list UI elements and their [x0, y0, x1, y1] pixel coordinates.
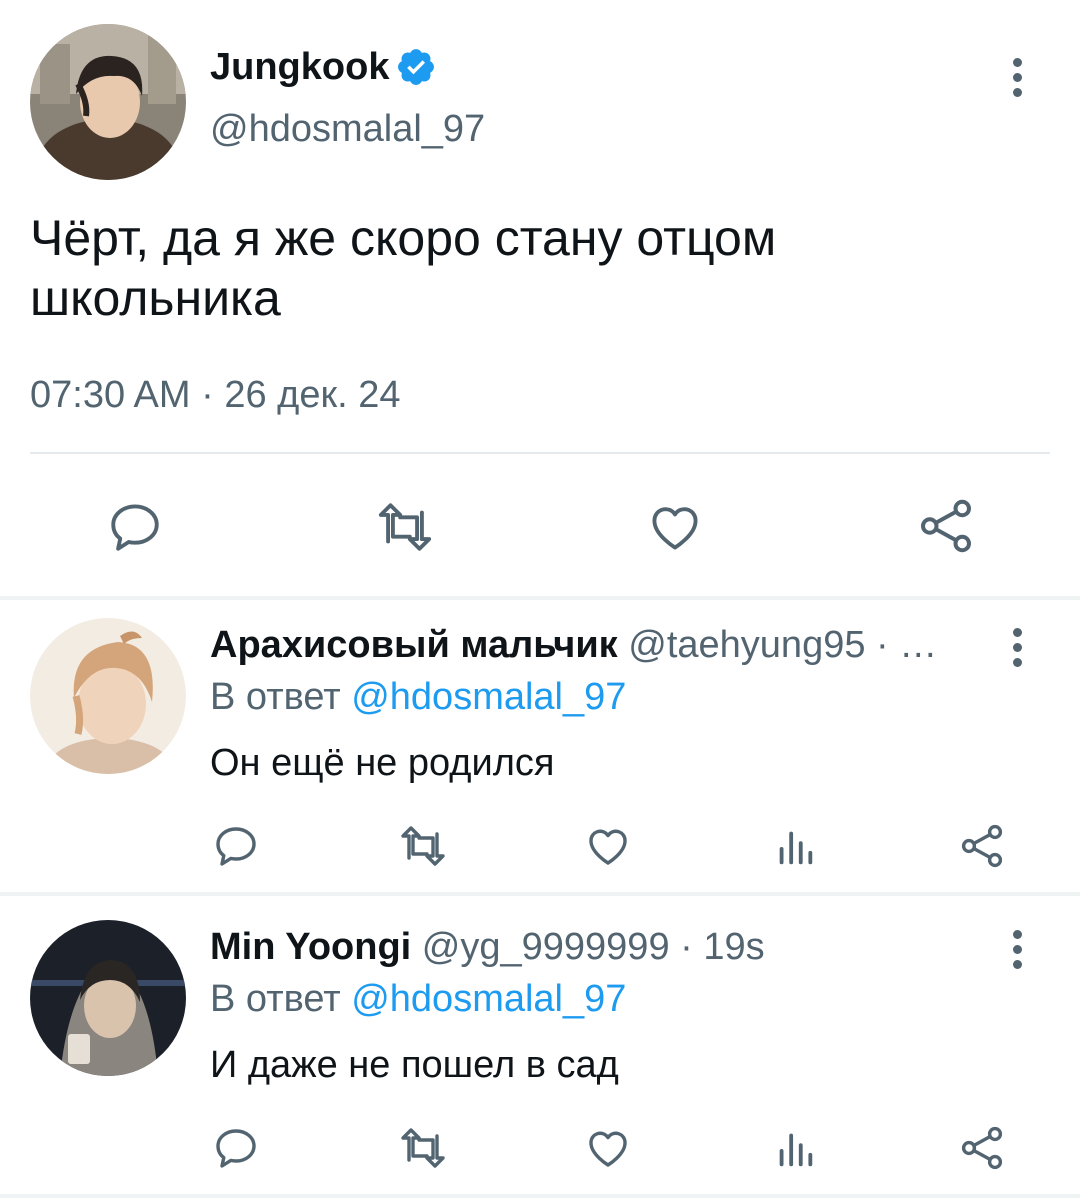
reply-author-name[interactable]: Арахисовый мальчик [210, 624, 618, 666]
main-tweet-text: Чёрт, да я же скоро стану отцом школьник… [30, 208, 776, 328]
views-icon[interactable] [772, 824, 818, 870]
main-tweet-text-line1: Чёрт, да я же скоро стану отцом [30, 210, 777, 266]
reply-prefix: В ответ [210, 676, 341, 718]
views-icon[interactable] [772, 1126, 818, 1172]
main-author-name[interactable]: Jungkook [210, 46, 389, 89]
main-tweet-text-line2: школьника [30, 270, 281, 326]
retweet-icon[interactable] [372, 498, 438, 556]
reply-icon[interactable] [106, 498, 164, 556]
verified-badge-icon [395, 46, 437, 88]
like-icon[interactable] [584, 1124, 632, 1172]
yoongi-avatar[interactable] [30, 920, 186, 1076]
share-icon[interactable] [958, 1124, 1006, 1172]
main-timestamp[interactable]: 07:30 AM · 26 дек. 24 [30, 374, 400, 417]
reply-prefix: В ответ [210, 978, 341, 1020]
reply-text: И даже не пошел в сад [210, 1044, 619, 1086]
section-divider [0, 892, 1080, 896]
more-options-icon[interactable] [1011, 58, 1023, 103]
retweet-icon[interactable] [396, 1124, 450, 1172]
more-options-icon[interactable] [1011, 930, 1023, 975]
reply-handle-meta[interactable]: @yg_9999999 · 19s [422, 926, 765, 968]
taehyung-avatar[interactable] [30, 618, 186, 774]
like-icon[interactable] [584, 822, 632, 870]
section-divider [0, 596, 1080, 600]
reply-to-link[interactable]: @hdosmalal_97 [351, 978, 626, 1020]
section-divider [0, 1194, 1080, 1198]
reply-text: Он ещё не родился [210, 742, 555, 784]
share-icon[interactable] [916, 496, 976, 556]
reply-handle-meta[interactable]: @taehyung95 · … [628, 624, 937, 666]
like-icon[interactable] [646, 498, 704, 556]
reply-icon[interactable] [212, 1124, 260, 1172]
main-divider [30, 452, 1050, 454]
reply-author-name[interactable]: Min Yoongi [210, 926, 411, 968]
share-icon[interactable] [958, 822, 1006, 870]
reply-to-link[interactable]: @hdosmalal_97 [351, 676, 626, 718]
main-handle[interactable]: @hdosmalal_97 [210, 108, 485, 151]
reply-icon[interactable] [212, 822, 260, 870]
retweet-icon[interactable] [396, 822, 450, 870]
jungkook-avatar[interactable] [30, 24, 186, 180]
more-options-icon[interactable] [1011, 628, 1023, 673]
